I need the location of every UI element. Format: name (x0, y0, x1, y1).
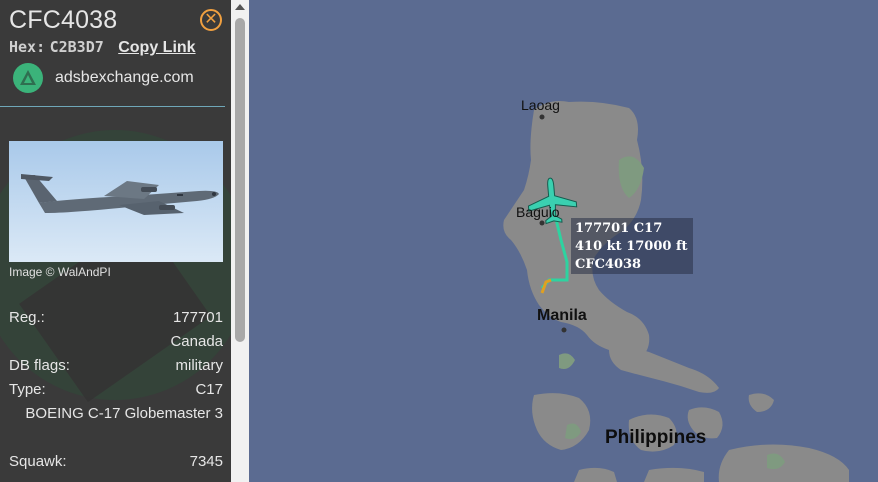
hex-row: Hex: C2B3D7 Copy Link (9, 38, 196, 57)
photo-credit: Image © WalAndPI (9, 265, 111, 279)
country-value: Canada (170, 333, 223, 350)
map-view[interactable]: Laoag Baguio Manila Philippines 177701 C… (249, 0, 878, 482)
hex-value: C2B3D7 (49, 38, 104, 56)
aircraft-label-line2: 410 kt 17000 ft (575, 239, 688, 254)
type-value: C17 (195, 381, 223, 398)
aircraft-photo[interactable] (9, 141, 223, 262)
scroll-up-arrow-icon[interactable] (235, 4, 245, 10)
city-label-laoag: Laoag (521, 97, 560, 113)
country-label: Philippines (605, 427, 707, 448)
scroll-thumb[interactable] (235, 18, 245, 342)
aircraft-label-line1: 177701 C17 (575, 221, 663, 236)
aircraft-label-line3: CFC4038 (575, 257, 642, 272)
hex-label: Hex: (9, 38, 46, 56)
source-row[interactable]: adsbexchange.com (13, 63, 194, 93)
dbflags-value: military (175, 357, 224, 374)
reg-label: Reg.: (9, 309, 45, 326)
type-description: BOEING C-17 Globemaster 3 (25, 405, 223, 422)
close-icon[interactable]: ✕ (200, 9, 222, 31)
reg-value: 177701 (172, 309, 223, 326)
sidebar-scrollbar[interactable] (231, 0, 249, 482)
city-label-baguio: Baguio (516, 204, 560, 220)
adsbexchange-logo-icon (13, 63, 43, 93)
type-label: Type: (9, 381, 46, 398)
aircraft-info-panel: CFC4038 ✕ Hex: C2B3D7 Copy Link adsbexch… (0, 0, 231, 482)
dbflags-label: DB flags: (9, 357, 70, 374)
copy-link[interactable]: Copy Link (118, 39, 195, 56)
squawk-value: 7345 (189, 453, 223, 470)
source-name: adsbexchange.com (55, 69, 194, 86)
aircraft-label[interactable]: 177701 C17 410 kt 17000 ft CFC4038 (571, 218, 693, 274)
map-land (503, 101, 849, 482)
callsign-title: CFC4038 (9, 6, 118, 34)
city-label-manila: Manila (537, 307, 587, 324)
divider (0, 106, 225, 107)
squawk-label: Squawk: (9, 453, 67, 470)
